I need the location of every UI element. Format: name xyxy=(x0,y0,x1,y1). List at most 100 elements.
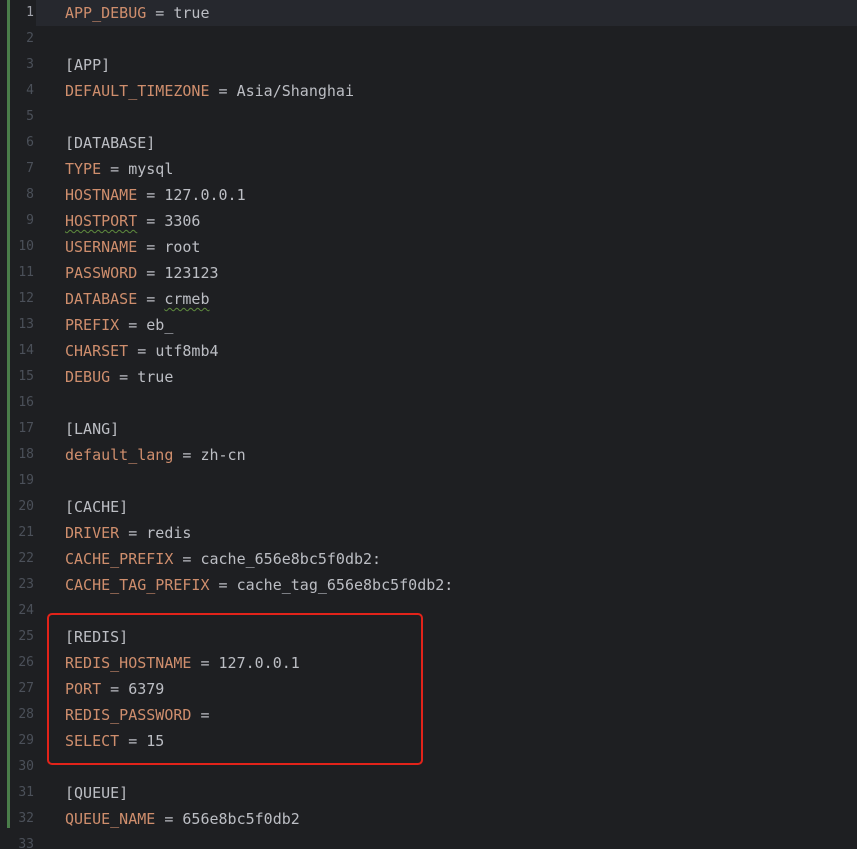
code-line[interactable]: 4 DEFAULT_TIMEZONE = Asia/Shanghai xyxy=(0,78,857,104)
line-content[interactable]: SELECT = 15 xyxy=(65,728,164,754)
code-line[interactable]: 1 APP_DEBUG = true xyxy=(0,0,857,26)
code-line[interactable]: 30 xyxy=(0,754,857,780)
assign-operator: = xyxy=(137,290,165,308)
line-content[interactable]: REDIS_HOSTNAME = 127.0.0.1 xyxy=(65,650,300,676)
code-line[interactable]: 5 xyxy=(0,104,857,130)
code-line[interactable]: 26 REDIS_HOSTNAME = 127.0.0.1 xyxy=(0,650,857,676)
line-number: 8 xyxy=(26,187,34,202)
code-line[interactable]: 15 DEBUG = true xyxy=(0,364,857,390)
line-content[interactable]: TYPE = mysql xyxy=(65,156,173,182)
code-line[interactable]: 29 SELECT = 15 xyxy=(0,728,857,754)
config-value: 127.0.0.1 xyxy=(218,654,300,672)
config-value: root xyxy=(164,238,201,256)
line-content[interactable]: PREFIX = eb_ xyxy=(65,312,173,338)
line-content[interactable]: DEBUG = true xyxy=(65,364,173,390)
line-content[interactable]: [CACHE] xyxy=(65,494,128,520)
code-line[interactable]: 2 xyxy=(0,26,857,52)
line-content[interactable]: default_lang = zh-cn xyxy=(65,442,246,468)
line-content[interactable]: CHARSET = utf8mb4 xyxy=(65,338,219,364)
line-content[interactable]: QUEUE_NAME = 656e8bc5f0db2 xyxy=(65,806,300,832)
code-line[interactable]: 19 xyxy=(0,468,857,494)
line-content[interactable]: DATABASE = crmeb xyxy=(65,286,210,312)
config-value: cache_656e8bc5f0db2: xyxy=(200,550,382,568)
code-line[interactable]: 21 DRIVER = redis xyxy=(0,520,857,546)
code-line[interactable]: 10 USERNAME = root xyxy=(0,234,857,260)
code-line[interactable]: 9 HOSTPORT = 3306 xyxy=(0,208,857,234)
line-content[interactable]: DEFAULT_TIMEZONE = Asia/Shanghai xyxy=(65,78,354,104)
code-line[interactable]: 13 PREFIX = eb_ xyxy=(0,312,857,338)
config-key: PASSWORD xyxy=(65,264,138,282)
line-number: 24 xyxy=(18,603,34,618)
line-number: 6 xyxy=(26,135,34,150)
code-line[interactable]: 16 xyxy=(0,390,857,416)
config-key: DEBUG xyxy=(65,368,111,386)
section-header: [LANG] xyxy=(65,420,120,438)
code-line[interactable]: 27 PORT = 6379 xyxy=(0,676,857,702)
config-key: PORT xyxy=(65,680,102,698)
line-number: 16 xyxy=(18,395,34,410)
assign-operator: = xyxy=(128,342,156,360)
line-content[interactable]: REDIS_PASSWORD = xyxy=(65,702,219,728)
code-line[interactable]: 18 default_lang = zh-cn xyxy=(0,442,857,468)
code-line[interactable]: 23 CACHE_TAG_PREFIX = cache_tag_656e8bc5f… xyxy=(0,572,857,598)
line-number: 20 xyxy=(18,499,34,514)
code-line[interactable]: 22 CACHE_PREFIX = cache_656e8bc5f0db2: xyxy=(0,546,857,572)
code-line[interactable]: 3 [APP] xyxy=(0,52,857,78)
line-content[interactable]: [REDIS] xyxy=(65,624,128,650)
code-line[interactable]: 14 CHARSET = utf8mb4 xyxy=(0,338,857,364)
code-line[interactable]: 28 REDIS_PASSWORD = xyxy=(0,702,857,728)
line-number: 4 xyxy=(26,83,34,98)
line-content[interactable]: USERNAME = root xyxy=(65,234,200,260)
config-value: true xyxy=(137,368,174,386)
line-number: 27 xyxy=(18,681,34,696)
line-content[interactable]: APP_DEBUG = true xyxy=(65,0,210,26)
config-value: 3306 xyxy=(164,212,201,230)
code-line[interactable]: 8 HOSTNAME = 127.0.0.1 xyxy=(0,182,857,208)
code-line[interactable]: 31 [QUEUE] xyxy=(0,780,857,806)
line-number: 21 xyxy=(18,525,34,540)
line-content[interactable]: [APP] xyxy=(65,52,110,78)
code-line[interactable]: 17 [LANG] xyxy=(0,416,857,442)
code-line[interactable]: 7 TYPE = mysql xyxy=(0,156,857,182)
line-number: 9 xyxy=(26,213,34,228)
line-content[interactable]: PORT = 6379 xyxy=(65,676,164,702)
code-lines[interactable]: 1 APP_DEBUG = true 2 3 [APP] 4 DEFAULT_TIMEZON… xyxy=(0,0,857,849)
line-content[interactable]: CACHE_TAG_PREFIX = cache_tag_656e8bc5f0d… xyxy=(65,572,453,598)
line-content[interactable]: PASSWORD = 123123 xyxy=(65,260,219,286)
config-key: PREFIX xyxy=(65,316,120,334)
line-content[interactable]: DRIVER = redis xyxy=(65,520,191,546)
config-key: CHARSET xyxy=(65,342,129,360)
line-content[interactable]: CACHE_PREFIX = cache_656e8bc5f0db2: xyxy=(65,546,381,572)
config-key: APP_DEBUG xyxy=(65,4,147,22)
assign-operator: = xyxy=(137,212,165,230)
code-line[interactable]: 11 PASSWORD = 123123 xyxy=(0,260,857,286)
line-number: 29 xyxy=(18,733,34,748)
line-number: 7 xyxy=(26,161,34,176)
code-line[interactable]: 24 xyxy=(0,598,857,624)
assign-operator: = xyxy=(101,160,129,178)
code-line[interactable]: 25 [REDIS] xyxy=(0,624,857,650)
line-content[interactable]: HOSTNAME = 127.0.0.1 xyxy=(65,182,246,208)
code-editor[interactable]: 1 APP_DEBUG = true 2 3 [APP] 4 DEFAULT_TIMEZON… xyxy=(0,0,857,849)
code-line[interactable]: 32 QUEUE_NAME = 656e8bc5f0db2 xyxy=(0,806,857,832)
line-number: 3 xyxy=(26,57,34,72)
config-value: 656e8bc5f0db2 xyxy=(182,810,300,828)
assign-operator: = xyxy=(191,654,219,672)
line-number: 28 xyxy=(18,707,34,722)
config-value: cache_tag_656e8bc5f0db2: xyxy=(236,576,454,594)
assign-operator: = xyxy=(137,238,165,256)
line-number: 15 xyxy=(18,369,34,384)
assign-operator: = xyxy=(155,810,183,828)
code-line[interactable]: 20 [CACHE] xyxy=(0,494,857,520)
code-line[interactable]: 12 DATABASE = crmeb xyxy=(0,286,857,312)
config-key: TYPE xyxy=(65,160,102,178)
code-line[interactable]: 33 xyxy=(0,832,857,849)
assign-operator: = xyxy=(119,316,147,334)
line-content[interactable]: [LANG] xyxy=(65,416,119,442)
config-value: 15 xyxy=(146,732,165,750)
line-content[interactable]: [QUEUE] xyxy=(65,780,128,806)
code-line[interactable]: 6 [DATABASE] xyxy=(0,130,857,156)
line-content[interactable]: HOSTPORT = 3306 xyxy=(65,208,200,234)
line-content[interactable]: [DATABASE] xyxy=(65,130,155,156)
assign-operator: = xyxy=(146,4,174,22)
